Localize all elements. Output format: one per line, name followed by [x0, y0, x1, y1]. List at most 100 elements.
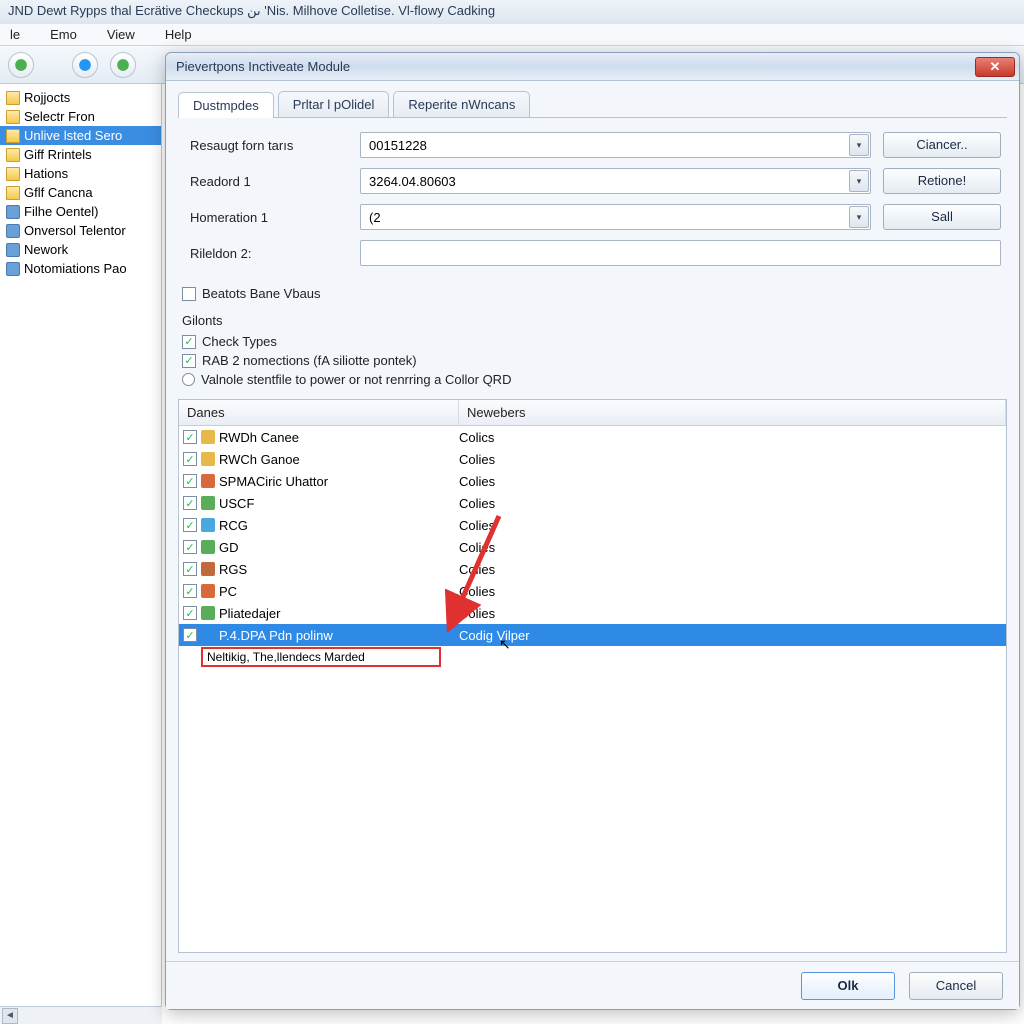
table-row[interactable]: ✓RWDh CaneeColics: [179, 426, 1006, 448]
row-checkbox-icon[interactable]: ✓: [183, 584, 197, 598]
tree-item-6[interactable]: Filhe Oentel): [0, 202, 161, 221]
row-type-icon: [201, 496, 215, 510]
tree-item-3[interactable]: Giff Rrintels: [0, 145, 161, 164]
grid-header-danes[interactable]: Danes: [179, 400, 459, 425]
row-name: P.4.DPA Pdn polinw: [219, 628, 333, 643]
row-name: RWCh Ganoe: [219, 452, 300, 467]
tree-item-5[interactable]: Gflf Cancna: [0, 183, 161, 202]
chevron-down-icon[interactable]: ▾: [849, 170, 869, 192]
tree-item-1[interactable]: Selectr Fron: [0, 107, 161, 126]
row-checkbox-icon[interactable]: ✓: [183, 518, 197, 532]
tree-item-4[interactable]: Hations: [0, 164, 161, 183]
object-icon: [6, 243, 20, 257]
table-row[interactable]: ✓RGSColies: [179, 558, 1006, 580]
table-row[interactable]: ✓RCGColies: [179, 514, 1006, 536]
tree-item-label: Notomiations Pao: [24, 261, 127, 276]
form-label: Rileldon 2:: [190, 246, 360, 261]
row-type-icon: [201, 606, 215, 620]
form-label: Readord 1: [190, 174, 360, 189]
row-checkbox-icon[interactable]: ✓: [183, 474, 197, 488]
folder-icon: [6, 129, 20, 143]
row-member: Colies: [459, 606, 1006, 621]
grid-header-newebers[interactable]: Newebers: [459, 400, 1006, 425]
row-member: Colies: [459, 496, 1006, 511]
row-checkbox-icon[interactable]: ✓: [183, 496, 197, 510]
close-icon: ✕: [990, 59, 1001, 75]
form-label: Resaugt forn tarıs: [190, 138, 360, 153]
combo-input[interactable]: [360, 168, 871, 194]
option-2[interactable]: Valnole stentfile to power or not renrri…: [182, 372, 1007, 387]
checkbox-label: Beatots Bane Vbaus: [202, 286, 321, 301]
table-row[interactable]: ✓SPMACiric UhattorColies: [179, 470, 1006, 492]
tree-item-label: Onversol Telentor: [24, 223, 126, 238]
dialog-footer: Olk Cancel: [166, 961, 1019, 1009]
table-row[interactable]: ✓ USCF Colies: [179, 492, 1006, 514]
tree-item-label: Hations: [24, 166, 68, 181]
object-icon: [6, 205, 20, 219]
row-member: Codig Vilper: [459, 628, 1006, 643]
row-type-icon: [201, 584, 215, 598]
checkbox-icon: ✓: [182, 354, 196, 368]
tree-item-9[interactable]: Notomiations Pao: [0, 259, 161, 278]
tree-item-8[interactable]: Nework: [0, 240, 161, 259]
checkbox-icon: ✓: [182, 335, 196, 349]
folder-icon: [6, 186, 20, 200]
scroll-left-icon[interactable]: ◄: [2, 1008, 18, 1024]
toolbar-btn-2[interactable]: [72, 52, 98, 78]
row-member: Colies: [459, 518, 1006, 533]
tab-prltar[interactable]: Prltar l pOlidel: [278, 91, 390, 117]
table-row[interactable]: ✓ RWCh Ganoe Colies: [179, 448, 1006, 470]
tree-item-label: Rojjocts: [24, 90, 70, 105]
table-row[interactable]: ✓GDColies: [179, 536, 1006, 558]
cancel-button[interactable]: Cancel: [909, 972, 1003, 1000]
toolbar-btn-1[interactable]: [8, 52, 34, 78]
row-type-icon: [201, 430, 215, 444]
row-member: Colies: [459, 474, 1006, 489]
form-row-2: Homeration 1 ▾ Sall: [190, 204, 1001, 230]
close-button[interactable]: ✕: [975, 57, 1015, 77]
tab-reperite[interactable]: Reperite nWncans: [393, 91, 530, 117]
table-row[interactable]: ✓PliatedajerColies: [179, 602, 1006, 624]
text-input[interactable]: [360, 240, 1001, 266]
row-checkbox-icon[interactable]: ✓: [183, 628, 197, 642]
side-button-0[interactable]: Ciancer..: [883, 132, 1001, 158]
row-checkbox-icon[interactable]: ✓: [183, 452, 197, 466]
row-checkbox-icon[interactable]: ✓: [183, 606, 197, 620]
chevron-down-icon[interactable]: ▾: [849, 206, 869, 228]
table-row[interactable]: ✓ P.4.DPA Pdn polinw Codig Vilper: [179, 624, 1006, 646]
row-name: GD: [219, 540, 239, 555]
tree-item-label: Giff Rrintels: [24, 147, 92, 162]
tree-item-label: Unlive lsted Sero: [24, 128, 122, 143]
menu-view[interactable]: View: [101, 26, 141, 43]
table-row[interactable]: ✓PCColies: [179, 580, 1006, 602]
dialog-titlebar: Pievertpons Inctiveate Module ✕: [166, 53, 1019, 81]
menu-help[interactable]: Help: [159, 26, 198, 43]
menu-file[interactable]: le: [4, 26, 26, 43]
tree-item-7[interactable]: Onversol Telentor: [0, 221, 161, 240]
row-name: USCF: [219, 496, 254, 511]
option-1[interactable]: ✓RAB 2 nomections (fA siliotte pontek): [182, 353, 1007, 368]
ok-button[interactable]: Olk: [801, 972, 895, 1000]
chevron-down-icon[interactable]: ▾: [849, 134, 869, 156]
row-member: Colies: [459, 452, 1006, 467]
combo-input[interactable]: [360, 132, 871, 158]
side-button-1[interactable]: Retione!: [883, 168, 1001, 194]
tree-scrollbar[interactable]: ◄: [0, 1006, 162, 1024]
menu-emo[interactable]: Emo: [44, 26, 83, 43]
highlighted-row-annotation: Neltikig, The,llendecs Marded: [201, 647, 441, 667]
dialog: Pievertpons Inctiveate Module ✕ Dustmpde…: [165, 52, 1020, 1010]
cursor-icon: ↖: [499, 636, 511, 653]
checkbox-beatots[interactable]: Beatots Bane Vbaus: [182, 286, 1007, 301]
row-checkbox-icon[interactable]: ✓: [183, 562, 197, 576]
combo-input[interactable]: [360, 204, 871, 230]
tree-item-0[interactable]: Rojjocts: [0, 88, 161, 107]
toolbar-btn-3[interactable]: [110, 52, 136, 78]
row-checkbox-icon[interactable]: ✓: [183, 540, 197, 554]
tab-dustmpdes[interactable]: Dustmpdes: [178, 92, 274, 118]
side-button-2[interactable]: Sall: [883, 204, 1001, 230]
dialog-title: Pievertpons Inctiveate Module: [176, 59, 975, 74]
option-0[interactable]: ✓Check Types: [182, 334, 1007, 349]
tree-item-2[interactable]: Unlive lsted Sero: [0, 126, 161, 145]
row-checkbox-icon[interactable]: ✓: [183, 430, 197, 444]
form-label: Homeration 1: [190, 210, 360, 225]
